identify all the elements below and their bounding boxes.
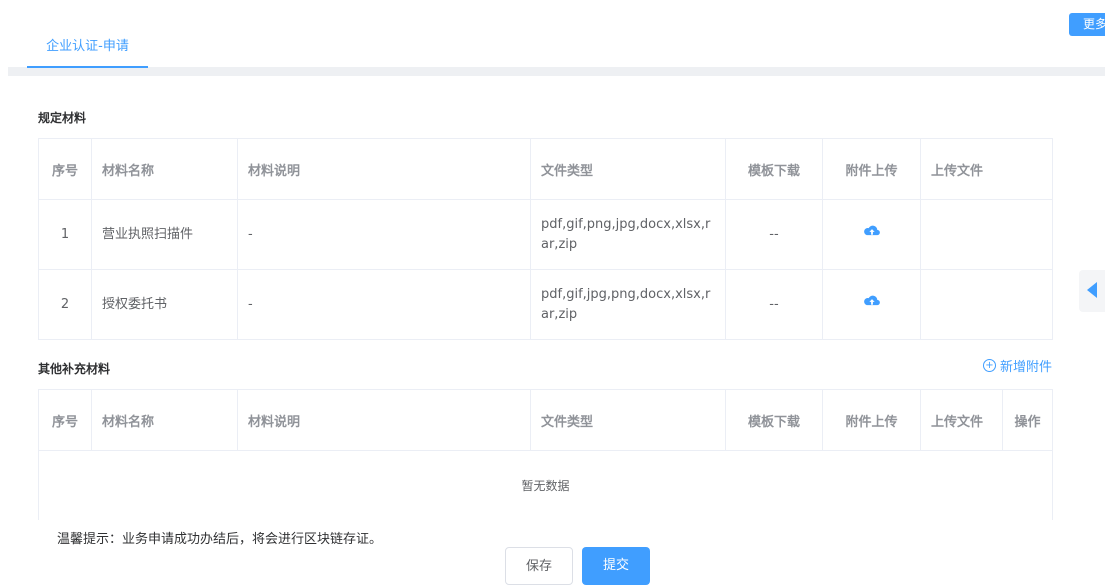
- row-template: --: [725, 269, 823, 340]
- col-template-download: 模板下载: [725, 389, 823, 451]
- row-upload-cell: [822, 269, 921, 340]
- col-attachment-upload: 附件上传: [822, 389, 921, 451]
- row-upload-cell: [822, 199, 921, 270]
- col-name: 材料名称: [91, 389, 238, 451]
- cloud-upload-icon[interactable]: [863, 224, 881, 238]
- add-attachment-label: 新增附件: [999, 360, 1052, 375]
- col-actions: 操作: [1002, 389, 1053, 451]
- add-attachment-button[interactable]: + 新增附件: [982, 356, 1052, 375]
- table-header-row: 序号 材料名称 材料说明 文件类型 模板下载 附件上传 上传文件: [38, 138, 1053, 200]
- table-row: 2 授权委托书 - pdf,gif,jpg,png,docx,xlsx,rar,…: [38, 269, 1053, 340]
- col-uploaded-file: 上传文件: [920, 138, 1053, 200]
- row-file-types: pdf,gif,png,jpg,docx,xlsx,rar,zip: [530, 199, 726, 270]
- row-index: 1: [38, 199, 92, 270]
- col-file-type: 文件类型: [530, 389, 726, 451]
- required-materials-title: 规定材料: [38, 111, 87, 125]
- col-attachment-upload: 附件上传: [822, 138, 921, 200]
- row-uploaded-file: [920, 199, 1053, 270]
- tab-enterprise-certification[interactable]: 企业认证-申请: [27, 38, 148, 68]
- other-materials-title: 其他补充材料: [38, 362, 111, 376]
- col-index: 序号: [38, 389, 92, 451]
- col-description: 材料说明: [237, 138, 531, 200]
- caret-left-icon: [1087, 282, 1097, 298]
- col-template-download: 模板下载: [725, 138, 823, 200]
- footer-tip: 温馨提示：业务申请成功办结后，将会进行区块链存证。: [57, 532, 383, 547]
- col-uploaded-file: 上传文件: [920, 389, 1003, 451]
- required-materials-table: 序号 材料名称 材料说明 文件类型 模板下载 附件上传 上传文件 1 营业执照扫…: [38, 138, 1053, 340]
- empty-row: 暂无数据: [38, 450, 1053, 520]
- save-button[interactable]: 保存: [505, 547, 573, 585]
- cloud-upload-icon[interactable]: [863, 294, 881, 308]
- submit-button[interactable]: 提交: [582, 547, 650, 585]
- row-uploaded-file: [920, 269, 1053, 340]
- col-index: 序号: [38, 138, 92, 200]
- other-materials-table: 序号 材料名称 材料说明 文件类型 模板下载 附件上传 上传文件 操作 暂无数据: [38, 389, 1053, 520]
- tab-divider: [8, 67, 1105, 76]
- row-name: 授权委托书: [91, 269, 238, 340]
- row-file-types: pdf,gif,jpg,png,docx,xlsx,rar,zip: [530, 269, 726, 340]
- row-template: --: [725, 199, 823, 270]
- empty-text: 暂无数据: [38, 450, 1053, 520]
- plus-circle-icon: +: [982, 359, 996, 372]
- col-description: 材料说明: [237, 389, 531, 451]
- table-header-row: 序号 材料名称 材料说明 文件类型 模板下载 附件上传 上传文件 操作: [38, 389, 1053, 451]
- col-name: 材料名称: [91, 138, 238, 200]
- row-description: -: [237, 199, 531, 270]
- row-name: 营业执照扫描件: [91, 199, 238, 270]
- row-index: 2: [38, 269, 92, 340]
- col-file-type: 文件类型: [530, 138, 726, 200]
- table-row: 1 营业执照扫描件 - pdf,gif,png,jpg,docx,xlsx,ra…: [38, 199, 1053, 270]
- tab-bar: [8, 0, 1105, 75]
- more-button[interactable]: 更多: [1069, 13, 1105, 36]
- row-description: -: [237, 269, 531, 340]
